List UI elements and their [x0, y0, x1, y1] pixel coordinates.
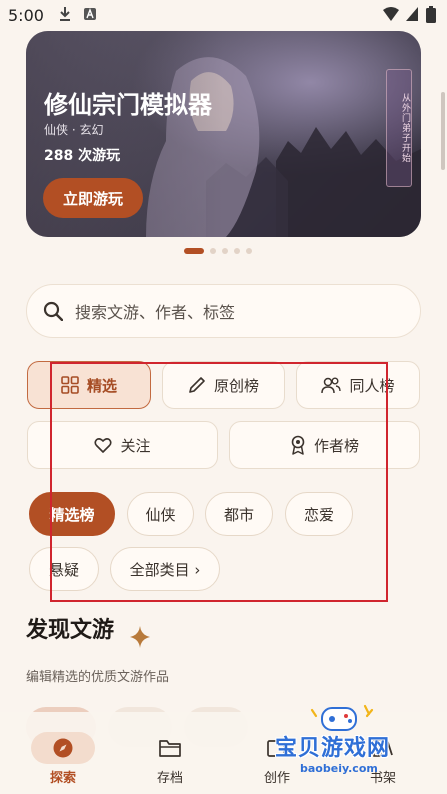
search-bar[interactable]: 搜索文游、作者、标签 [26, 284, 421, 338]
keyboard-a-icon [84, 8, 96, 20]
carousel-dot[interactable] [210, 248, 216, 254]
play-now-button[interactable]: 立即游玩 [43, 178, 143, 218]
search-icon [43, 301, 63, 321]
carousel-dot[interactable] [234, 248, 240, 254]
banner-stamp: 从外门弟子开始 [386, 69, 412, 187]
watermark-url: baobeiy.com [300, 762, 378, 775]
nav-pill [138, 732, 202, 764]
nav-label: 探索 [49, 771, 76, 786]
banner-play-count: 288 次游玩 [44, 148, 121, 164]
banner-genre: 仙侠 · 玄幻 [44, 123, 104, 137]
section-title: 发现文游 [26, 618, 115, 643]
carousel-dot[interactable] [246, 248, 252, 254]
compass-icon [53, 738, 73, 758]
section-subtitle: 编辑精选的优质文游作品 [26, 670, 170, 685]
signal-icon [406, 7, 418, 21]
sparkle-icon [130, 626, 150, 648]
nav-pill [31, 732, 95, 764]
wifi-icon [383, 7, 399, 21]
watermark-text: 宝贝游戏网 [275, 736, 391, 761]
folder-icon [159, 740, 181, 757]
nav-label: 存档 [156, 771, 183, 786]
download-icon [60, 7, 70, 21]
page-scrollbar[interactable] [441, 92, 445, 170]
status-time: 5:00 [8, 6, 44, 25]
carousel-dot[interactable] [184, 248, 204, 254]
featured-banner[interactable]: 修仙宗门模拟器 仙侠 · 玄幻 288 次游玩 立即游玩 从外门弟子开始 [26, 31, 421, 237]
battery-icon [426, 6, 436, 23]
search-placeholder: 搜索文游、作者、标签 [75, 303, 236, 322]
carousel-dot[interactable] [222, 248, 228, 254]
carousel-indicator [184, 248, 252, 254]
nav-tab-explore[interactable]: 探索 [23, 712, 103, 794]
nav-tab-saves[interactable]: 存档 [130, 712, 210, 794]
banner-title: 修仙宗门模拟器 [44, 91, 212, 119]
selection-highlight-box [50, 362, 388, 602]
status-bar: 5:00 [0, 0, 447, 32]
